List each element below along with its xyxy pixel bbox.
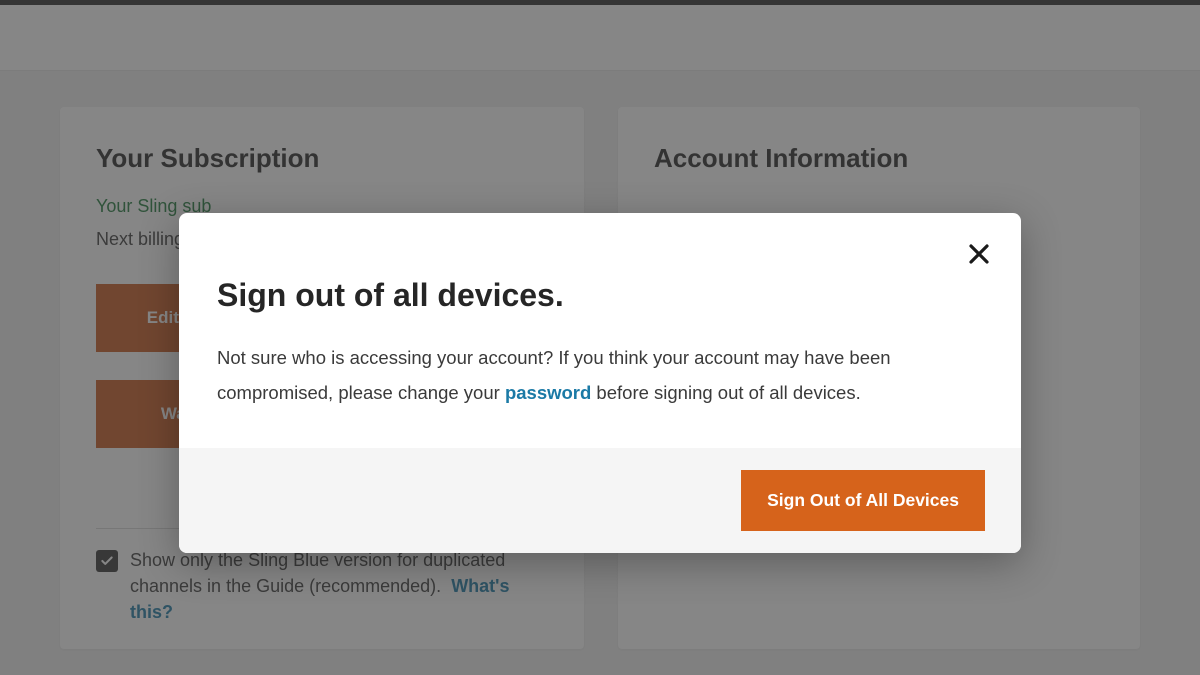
sign-out-all-devices-button[interactable]: Sign Out of All Devices	[741, 470, 985, 531]
close-icon	[967, 242, 991, 266]
modal-title: Sign out of all devices.	[217, 277, 983, 314]
close-button[interactable]	[967, 239, 991, 271]
modal-body: Sign out of all devices. Not sure who is…	[179, 213, 1021, 448]
modal-text-after: before signing out of all devices.	[591, 382, 860, 403]
modal-overlay[interactable]: Sign out of all devices. Not sure who is…	[0, 0, 1200, 675]
change-password-link[interactable]: password	[505, 382, 591, 403]
sign-out-modal: Sign out of all devices. Not sure who is…	[179, 213, 1021, 553]
modal-description: Not sure who is accessing your account? …	[217, 340, 983, 410]
modal-footer: Sign Out of All Devices	[179, 448, 1021, 553]
